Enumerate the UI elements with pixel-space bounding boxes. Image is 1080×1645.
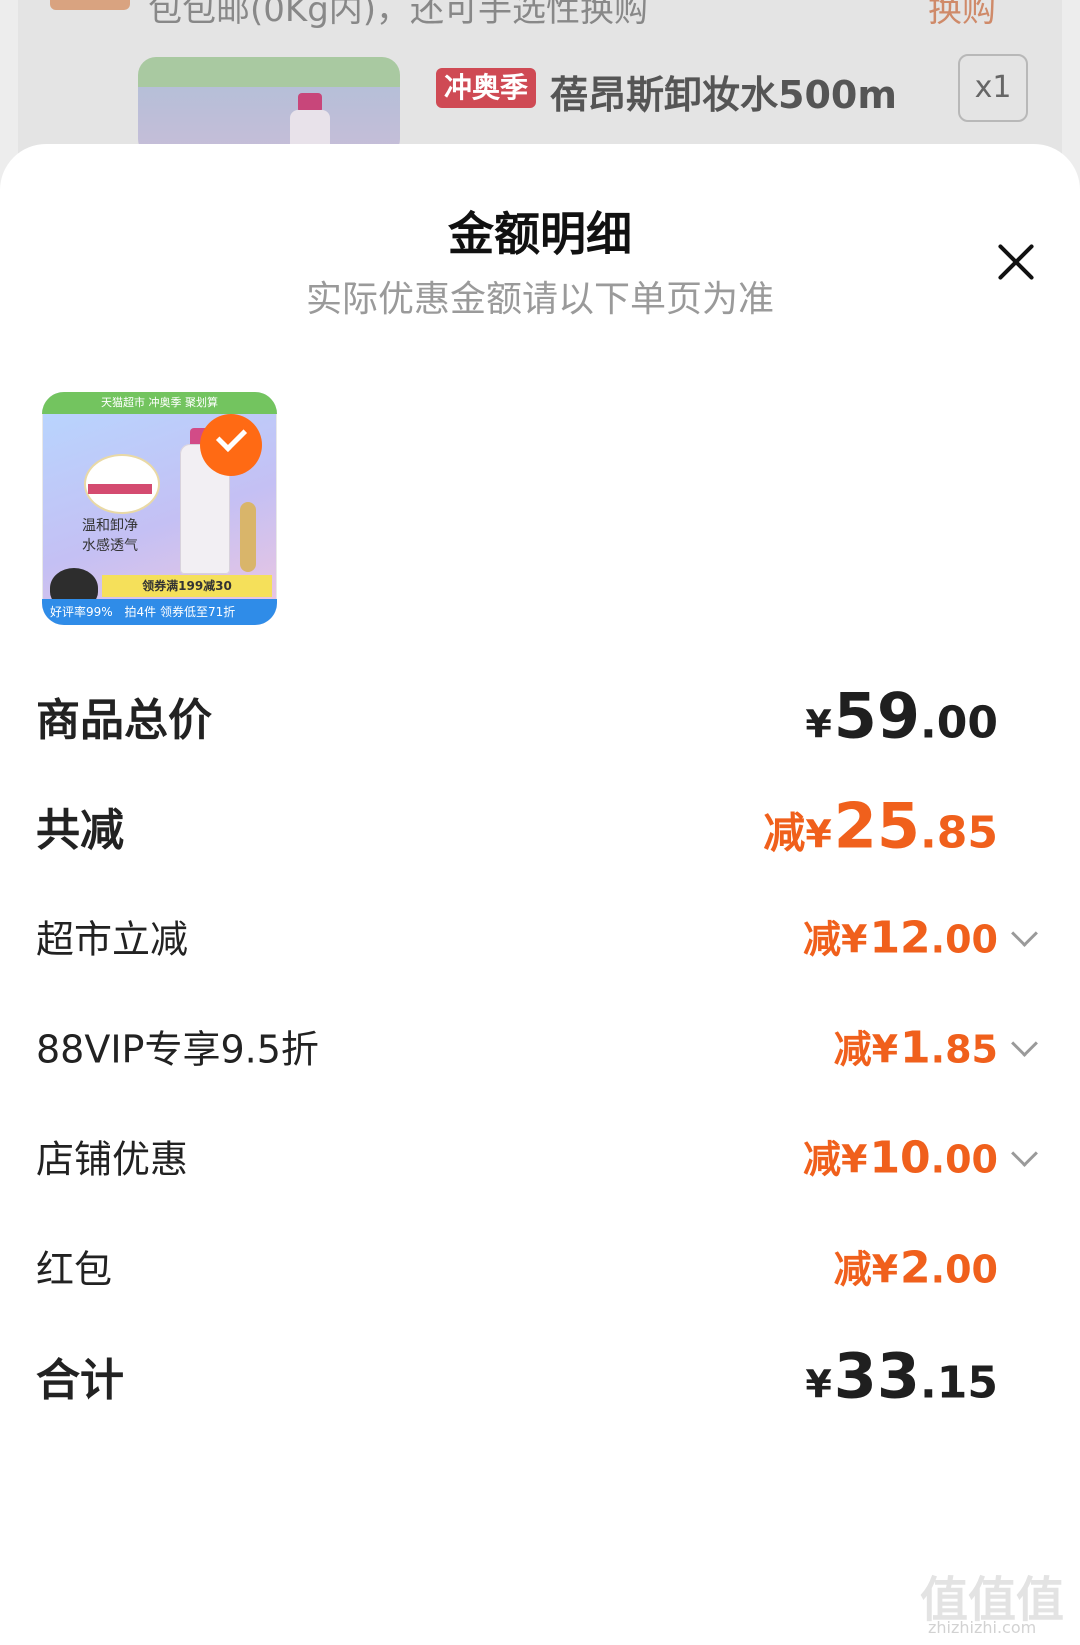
currency-symbol: ¥ — [871, 1247, 899, 1292]
total-discount-label: 共减 — [36, 805, 124, 856]
amount-int: 25 — [833, 789, 921, 863]
currency-symbol: ¥ — [840, 1137, 868, 1182]
sheet-subtitle: 实际优惠金额请以下单页为准 — [305, 279, 774, 320]
amount-int: 2 — [900, 1242, 931, 1294]
amount-int: 1 — [900, 1022, 931, 1074]
redpacket-value: 减¥2.00 — [834, 1239, 998, 1294]
thumbnail-header: 天猫超市 冲奥季 聚划算 — [42, 392, 277, 414]
thumbnail-text: 温和卸净 水感透气 — [82, 516, 138, 556]
sum-label: 合计 — [36, 1355, 124, 1406]
row-redpacket-discount: 红包 减¥2.00 — [0, 1226, 1080, 1306]
currency-symbol: ¥ — [805, 812, 832, 857]
vip-discount-value: 减¥1.85 — [834, 1019, 998, 1074]
product-title: 蓓昂斯卸妆水500m — [550, 73, 897, 117]
amount-dec: .00 — [930, 917, 998, 962]
currency-symbol: ¥ — [840, 917, 868, 962]
amount-int: 59 — [833, 679, 921, 753]
thumbnail-seal-ribbon — [88, 484, 152, 494]
row-store-discount[interactable]: 店铺优惠 减¥10.00 — [0, 1116, 1080, 1196]
close-icon[interactable] — [996, 242, 1036, 282]
thumbnail-footer-text: 拍4件 领券低至71折 — [124, 605, 236, 619]
discount-prefix: 减 — [763, 808, 806, 858]
sum-value: ¥33.15 — [805, 1340, 998, 1413]
thumbnail-text-line2: 水感透气 — [82, 538, 138, 554]
sheet-title: 金额明细 — [448, 207, 632, 261]
store-discount-value: 减¥10.00 — [803, 1129, 998, 1184]
currency-symbol: ¥ — [871, 1027, 899, 1072]
amount-dec: .15 — [920, 1357, 998, 1409]
total-discount-value: 减¥25.85 — [763, 790, 998, 863]
selected-check-icon[interactable] — [200, 414, 262, 476]
watermark-url: zhizhizhi.com — [928, 1618, 1037, 1637]
background-top-text: 包包邮(0Kg内)，还可手选性换购 — [148, 0, 649, 30]
amount-dec: .85 — [920, 807, 998, 859]
trophy-figure — [240, 502, 256, 572]
amount-int: 12 — [869, 912, 931, 964]
currency-symbol: ¥ — [805, 702, 832, 747]
amount-int: 10 — [869, 1132, 931, 1184]
chevron-down-icon[interactable] — [1011, 920, 1038, 947]
total-price-label: 商品总价 — [36, 695, 212, 746]
product-promo-tag: 冲奥季 — [436, 68, 537, 108]
row-total-price: 商品总价 ¥59.00 — [0, 676, 1080, 756]
chevron-down-icon[interactable] — [1011, 1030, 1038, 1057]
amount-int: 33 — [833, 1339, 921, 1413]
supermarket-discount-label: 超市立减 — [36, 917, 189, 962]
discount-prefix: 减 — [802, 1137, 841, 1182]
store-discount-label: 店铺优惠 — [36, 1137, 189, 1182]
thumbnail-text-line1: 温和卸净 — [82, 518, 138, 534]
amount-dec: .85 — [930, 1027, 998, 1072]
discount-prefix: 减 — [802, 917, 841, 962]
thumbnail-rating: 好评率99% — [50, 605, 113, 619]
row-total-discount: 共减 减¥25.85 — [0, 786, 1080, 866]
vip-discount-label: 88VIP专享9.5折 — [36, 1027, 319, 1072]
amount-dec: .00 — [920, 697, 998, 749]
thumbnail-footer: 好评率99% 拍4件 领券低至71折 — [42, 599, 277, 625]
row-vip-discount[interactable]: 88VIP专享9.5折 减¥1.85 — [0, 1006, 1080, 1086]
background-product-image — [138, 57, 400, 157]
discount-prefix: 减 — [833, 1027, 872, 1072]
row-sum: 合计 ¥33.15 — [0, 1336, 1080, 1416]
amount-dec: .00 — [930, 1137, 998, 1182]
redpacket-label: 红包 — [36, 1247, 113, 1292]
amount-detail-sheet: 金额明细 实际优惠金额请以下单页为准 天猫超市 冲奥季 聚划算 温和卸净 水感透… — [0, 144, 1080, 1645]
amount-dec: .00 — [930, 1247, 998, 1292]
total-price-value: ¥59.00 — [805, 680, 998, 753]
background-swap-link[interactable]: 换购 — [928, 0, 996, 31]
discount-prefix: 减 — [833, 1247, 872, 1292]
supermarket-discount-value: 减¥12.00 — [803, 909, 998, 964]
quantity-button[interactable]: x1 — [958, 54, 1028, 122]
row-supermarket-discount[interactable]: 超市立减 减¥12.00 — [0, 896, 1080, 976]
currency-symbol: ¥ — [805, 1362, 832, 1407]
chevron-down-icon[interactable] — [1011, 1140, 1038, 1167]
background-badge — [50, 0, 130, 10]
thumbnail-promo: 领券满199减30 — [102, 575, 272, 597]
